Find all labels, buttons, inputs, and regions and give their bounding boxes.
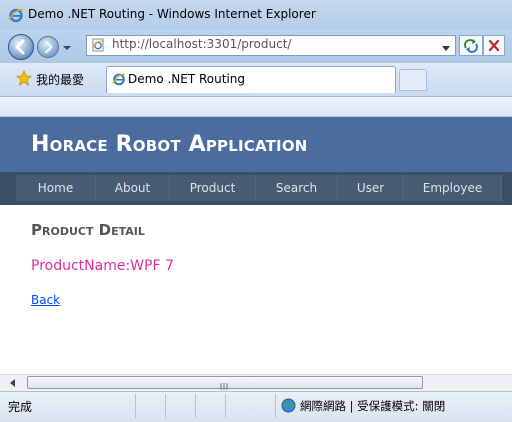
address-url[interactable]: http://localhost:3301/product/: [112, 37, 291, 51]
chevron-down-icon: [63, 46, 71, 50]
back-icon: [15, 39, 25, 55]
status-divider: [225, 394, 226, 418]
menu-item-about[interactable]: About: [96, 175, 170, 201]
ie-icon: [112, 72, 126, 86]
chevron-left-icon: [10, 379, 15, 387]
status-divider: [275, 394, 276, 418]
menu-item-employee[interactable]: Employee: [404, 175, 502, 201]
new-tab-button[interactable]: [399, 69, 427, 91]
chevron-down-icon: [442, 46, 450, 51]
web-page: Horace Robot Application Home About Prod…: [0, 117, 512, 374]
menu-item-home[interactable]: Home: [16, 175, 96, 201]
back-button[interactable]: [8, 34, 34, 60]
page-title: Product Detail: [31, 221, 145, 239]
forward-icon: [45, 40, 53, 54]
product-name: ProductName:WPF 7: [31, 258, 174, 274]
command-bar: [0, 97, 512, 117]
menu-item-search[interactable]: Search: [256, 175, 338, 201]
refresh-button[interactable]: [459, 35, 483, 56]
menu-item-product[interactable]: Product: [170, 175, 256, 201]
tab-label[interactable]: Demo .NET Routing: [128, 72, 245, 86]
forward-button[interactable]: [37, 36, 59, 58]
stop-button[interactable]: [483, 35, 505, 56]
back-link[interactable]: Back: [31, 293, 60, 307]
menu-item-user[interactable]: User: [338, 175, 404, 201]
recent-pages-dropdown[interactable]: [62, 42, 72, 52]
ie-icon: [8, 7, 24, 23]
stop-icon: [488, 39, 500, 52]
status-divider: [135, 394, 136, 418]
favorites-label[interactable]: 我的最愛: [36, 71, 84, 88]
status-divider: [195, 394, 196, 418]
address-dropdown[interactable]: [441, 42, 451, 51]
page-icon: [91, 38, 105, 52]
star-icon: [15, 69, 33, 86]
site-title: Horace Robot Application: [31, 132, 308, 157]
security-zone-text[interactable]: 網際網路 | 受保護模式: 關閉: [300, 398, 445, 414]
main-menu: Home About Product Search User Employee: [16, 175, 502, 201]
refresh-icon: [464, 39, 478, 53]
scroll-left-button[interactable]: [8, 377, 18, 387]
status-divider: [165, 394, 166, 418]
status-text: 完成: [8, 400, 33, 414]
window-title: Demo .NET Routing - Windows Internet Exp…: [28, 7, 316, 21]
globe-icon: [281, 398, 296, 413]
grip-icon: [219, 379, 229, 390]
